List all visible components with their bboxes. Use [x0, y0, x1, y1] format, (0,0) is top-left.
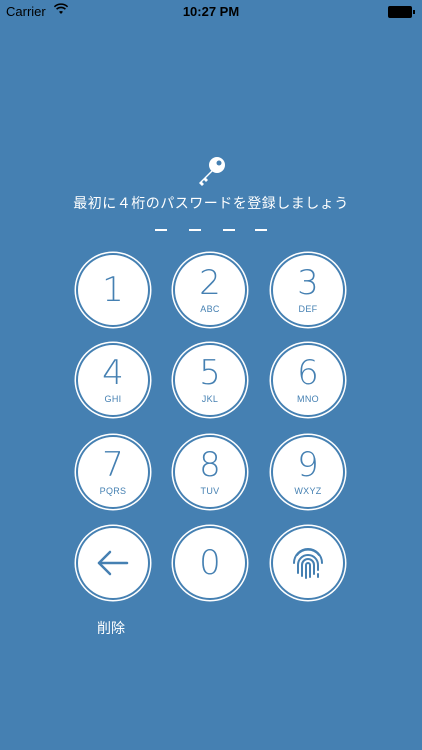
key-5[interactable]: 5 JKL — [175, 345, 245, 415]
key-3[interactable]: 3 DEF — [273, 255, 343, 325]
left-arrow-icon — [97, 550, 129, 576]
pin-dash — [189, 229, 201, 231]
key-digit: 2 — [199, 263, 221, 303]
status-bar: Carrier 10:27 PM — [0, 0, 422, 22]
key-digit: 6 — [297, 353, 319, 393]
key-digit: 9 — [297, 445, 319, 485]
key-letters: JKL — [201, 394, 219, 404]
key-digit: 8 — [199, 445, 221, 485]
key-1[interactable]: 1 — [78, 255, 148, 325]
key-digit: 7 — [102, 445, 124, 485]
key-0[interactable]: 0 — [175, 528, 245, 598]
key-digit: 0 — [199, 543, 221, 583]
key-letters: MNO — [297, 394, 319, 404]
key-letters: WXYZ — [294, 486, 322, 496]
status-time: 10:27 PM — [182, 4, 240, 19]
key-digit: 3 — [297, 263, 319, 303]
key-4[interactable]: 4 GHI — [78, 345, 148, 415]
key-letters: GHI — [104, 394, 122, 404]
pin-dash — [255, 229, 267, 231]
fingerprint-button[interactable] — [273, 528, 343, 598]
pin-dash — [155, 229, 167, 231]
key-letters: PQRS — [99, 486, 127, 496]
key-digit: 1 — [102, 270, 124, 310]
pin-indicator — [155, 229, 270, 233]
key-9[interactable]: 9 WXYZ — [273, 437, 343, 507]
key-2[interactable]: 2 ABC — [175, 255, 245, 325]
key-letters: ABC — [200, 304, 220, 314]
battery-icon — [388, 6, 415, 18]
pin-dash — [223, 229, 235, 231]
key-icon — [199, 157, 225, 186]
key-6[interactable]: 6 MNO — [273, 345, 343, 415]
password-prompt: 最初に４桁のパスワードを登録しましょう — [73, 195, 349, 211]
key-digit: 4 — [102, 353, 124, 393]
fingerprint-icon — [293, 548, 323, 579]
key-7[interactable]: 7 PQRS — [78, 437, 148, 507]
key-letters: TUV — [200, 486, 220, 496]
back-button[interactable] — [78, 528, 148, 598]
key-digit: 5 — [199, 353, 221, 393]
delete-label[interactable]: 削除 — [97, 618, 125, 638]
key-8[interactable]: 8 TUV — [175, 437, 245, 507]
key-letters: DEF — [298, 304, 318, 314]
